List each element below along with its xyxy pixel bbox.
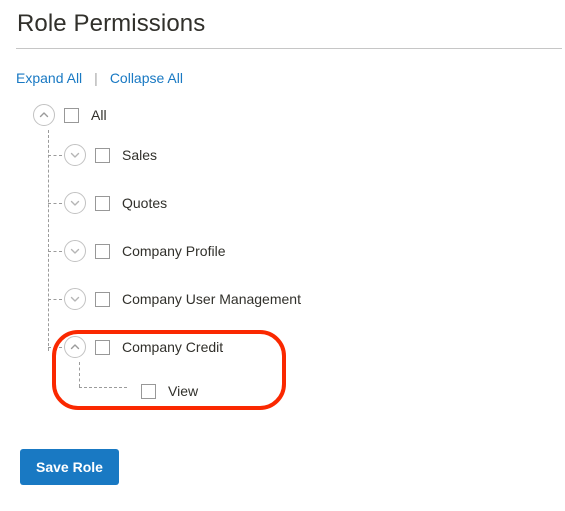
tree-trunk-line [48,130,49,351]
tree-row[interactable]: Company Credit [64,332,223,362]
chevron-down-icon[interactable] [64,192,86,214]
tree-row-label: Company User Management [122,291,301,307]
permission-checkbox[interactable] [95,339,110,355]
permission-checkbox[interactable] [95,243,110,259]
tree-row-label: Quotes [122,195,168,211]
expand-all-link[interactable]: Expand All [16,69,82,87]
tree-row-label: View [168,383,199,399]
permission-checkbox[interactable] [95,147,110,163]
tree-branch-line [48,347,62,348]
save-role-button[interactable]: Save Role [20,449,119,485]
collapse-all-link[interactable]: Collapse All [110,69,183,87]
tree-row-label: Company Profile [122,243,226,259]
tree-row[interactable]: Quotes [64,188,167,218]
tree-branch-line [48,251,62,252]
permission-checkbox[interactable] [141,383,156,399]
link-separator: | [94,70,98,86]
chevron-down-icon[interactable] [64,240,86,262]
tree-controls: Expand All | Collapse All [16,69,183,87]
chevron-up-icon[interactable] [64,336,86,358]
permission-checkbox[interactable] [95,291,110,307]
tree-row[interactable]: Company Profile [64,236,226,266]
chevron-down-icon[interactable] [64,288,86,310]
tree-branch-line [48,299,62,300]
tree-row-label: Sales [122,147,158,163]
tree-row-label: Company Credit [122,339,224,355]
chevron-down-icon[interactable] [64,144,86,166]
title-divider [16,48,562,49]
tree-branch-line [48,203,62,204]
tree-row[interactable]: View [110,376,198,406]
tree-row[interactable]: Company User Management [64,284,301,314]
chevron-up-icon[interactable] [33,104,55,126]
tree-branch-line [48,155,62,156]
permission-checkbox[interactable] [64,107,79,123]
tree-subtrunk-line [79,362,80,387]
page-title: Role Permissions [17,10,206,37]
tree-row-label: All [91,107,107,123]
permission-checkbox[interactable] [95,195,110,211]
tree-row[interactable]: Sales [64,140,157,170]
tree-row[interactable]: All [33,100,107,130]
